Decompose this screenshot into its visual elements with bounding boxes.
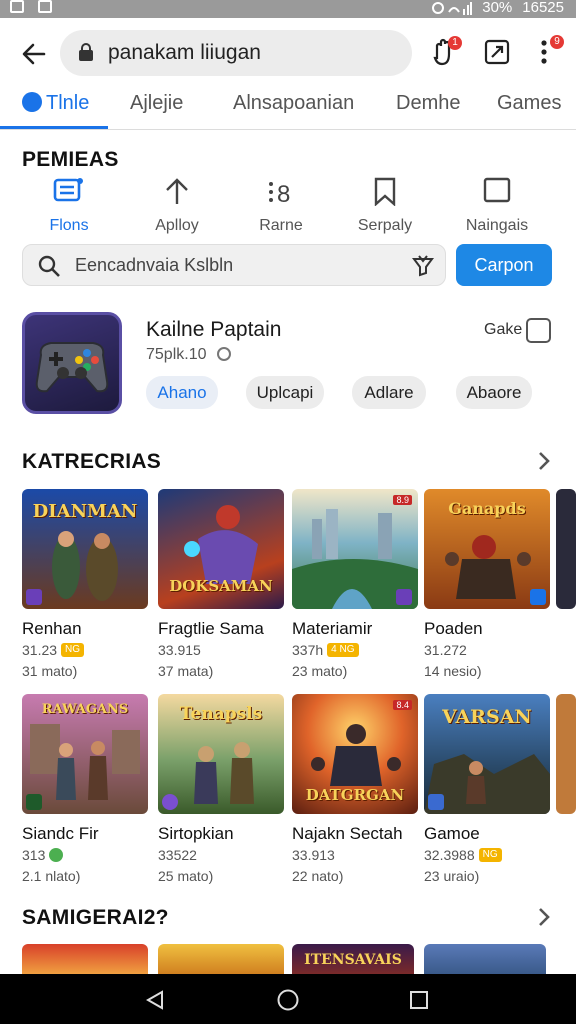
game-card[interactable]: DIANMAN Renhan 31.23 NG 31 mato) (22, 489, 148, 679)
image-icon (10, 0, 24, 13)
search-icon (38, 255, 60, 277)
featured-title: Kailne Paptain (146, 318, 282, 341)
quick-flons[interactable]: Flons (14, 176, 124, 235)
tab-ajlejie[interactable]: Ajlejie (130, 92, 183, 115)
game-card[interactable]: 8.4 DATGRGAN Najakn Sectah 33.913 22 nat… (292, 694, 418, 884)
tab-games[interactable]: Games (497, 92, 561, 115)
status-bar: 30% 16525 (0, 0, 576, 18)
tab-bar: Tlnle Ajlejie Alnsapoanian Demhe Games (0, 88, 576, 130)
game-card[interactable]: RAWAGANS Siandc Fir 313 2.1 nlato) (22, 694, 148, 884)
chevron-right-icon[interactable] (536, 907, 552, 927)
game-card[interactable]: DOKSAMAN Fragtlie Sama 33.915 37 mata) (158, 489, 284, 679)
game-thumbnail: DIANMAN (22, 489, 148, 609)
menu-button[interactable]: 9 (528, 32, 564, 72)
chip-adlare[interactable]: Adlare (352, 376, 426, 409)
game-thumbnail (556, 694, 576, 814)
search-input[interactable]: Eencadnvaia Kslbln (22, 244, 446, 286)
featured-app-image[interactable] (22, 312, 122, 414)
badge-icon (428, 794, 444, 810)
game-thumbnail: Tenapsls (158, 694, 284, 814)
featured-right-label[interactable]: Gake (484, 321, 522, 339)
hand-tool-button[interactable]: 1 (424, 32, 464, 72)
tag-badge: NG (61, 643, 85, 657)
game-card-partial[interactable] (556, 694, 576, 814)
chip-abaore[interactable]: Abaore (456, 376, 532, 409)
game-thumbnail: 8.9 (292, 489, 418, 609)
gamepad-icon (35, 342, 109, 393)
grid-icon (53, 178, 83, 202)
categories-title: KATRECRIAS (22, 450, 162, 473)
game-thumbnail: DOKSAMAN (158, 489, 284, 609)
search-action-button[interactable]: Carpon (456, 244, 552, 286)
url-text: panakam liiugan (108, 41, 261, 64)
quick-naingais[interactable]: Naingais (442, 176, 552, 235)
svg-text:8: 8 (277, 181, 290, 206)
back-triangle-icon[interactable] (144, 989, 166, 1011)
recents-square-icon[interactable] (408, 989, 430, 1011)
badge-icon (162, 794, 178, 810)
game-thumbnail: Ganapds (424, 489, 550, 609)
badge-icon (26, 794, 42, 810)
chip-ahano[interactable]: Ahano (146, 376, 218, 409)
address-bar[interactable]: panakam liiugan (60, 30, 412, 76)
game-card[interactable] (424, 944, 546, 974)
tab-demhe[interactable]: Demhe (396, 92, 460, 115)
clock-icon[interactable] (526, 318, 551, 343)
game-thumbnail: RAWAGANS (22, 694, 148, 814)
tab-alnsapoanian[interactable]: Alnsapoanian (233, 92, 354, 115)
featured-subtitle: 75plk.10 (146, 346, 231, 364)
photo-icon (38, 0, 52, 13)
game-card-partial[interactable] (556, 489, 576, 609)
game-card[interactable]: ITENSAVAIS (292, 944, 414, 974)
premieas-title: PEMIEAS (22, 148, 119, 171)
dots-8-icon: 8 (269, 181, 290, 208)
status-dot-icon (49, 848, 64, 862)
quick-rarne[interactable]: 8 Rarne (226, 176, 336, 235)
filter-cart-icon[interactable] (411, 253, 435, 277)
second-section-title: SAMIGERAI2? (22, 906, 169, 929)
game-card[interactable]: 8.9 Materiamir 337h 4 NG 23 mato) (292, 489, 418, 679)
rating-badge: 8.4 (393, 700, 412, 710)
active-tab-indicator (0, 126, 108, 129)
facebook-icon (530, 589, 546, 605)
menu-badge: 9 (550, 35, 564, 49)
chevron-right-icon[interactable] (536, 451, 552, 471)
game-card[interactable]: Ganapds Poaden 31.272 14 nesio) (424, 489, 550, 679)
tab-tinle[interactable]: Tlnle (22, 92, 89, 115)
rating-badge: 8.9 (393, 495, 412, 505)
game-card[interactable] (22, 944, 148, 974)
chip-uplcapi[interactable]: Uplcapi (246, 376, 324, 409)
browser-toolbar: panakam liiugan 1 9 (0, 18, 576, 88)
battery-level: 30% (482, 0, 513, 16)
bookmark-icon (374, 177, 396, 207)
search-placeholder: Eencadnvaia Kslbln (75, 255, 234, 275)
game-card[interactable]: VARSAN Gamoe 32.3988 NG 23 uraio) (424, 694, 550, 884)
quick-serpaly[interactable]: Serpaly (330, 176, 440, 235)
upload-arrow-icon (166, 178, 188, 204)
game-card[interactable] (158, 944, 284, 974)
tab-logo-icon (22, 92, 42, 112)
badge-icon (396, 589, 412, 605)
system-nav-bar (0, 974, 576, 1024)
game-thumbnail: VARSAN (424, 694, 550, 814)
game-thumbnail: 8.4 DATGRGAN (292, 694, 418, 814)
square-icon (483, 177, 511, 203)
badge-icon (26, 589, 42, 605)
hand-badge: 1 (448, 36, 462, 50)
share-button[interactable] (478, 32, 518, 72)
game-card[interactable]: Tenapsls Sirtopkian 33522 25 mato) (158, 694, 284, 884)
external-link-icon (484, 39, 510, 65)
game-thumbnail (556, 489, 576, 609)
tag-badge: 4 NG (327, 643, 359, 657)
signal-icons (432, 1, 473, 15)
tag-badge: NG (478, 848, 502, 862)
quick-aplloy[interactable]: Aplloy (122, 176, 232, 235)
lock-icon (79, 43, 93, 61)
back-arrow-icon[interactable] (18, 38, 50, 70)
info-icon (216, 347, 231, 361)
home-circle-icon[interactable] (276, 988, 300, 1012)
clock: 16525 (522, 0, 564, 16)
